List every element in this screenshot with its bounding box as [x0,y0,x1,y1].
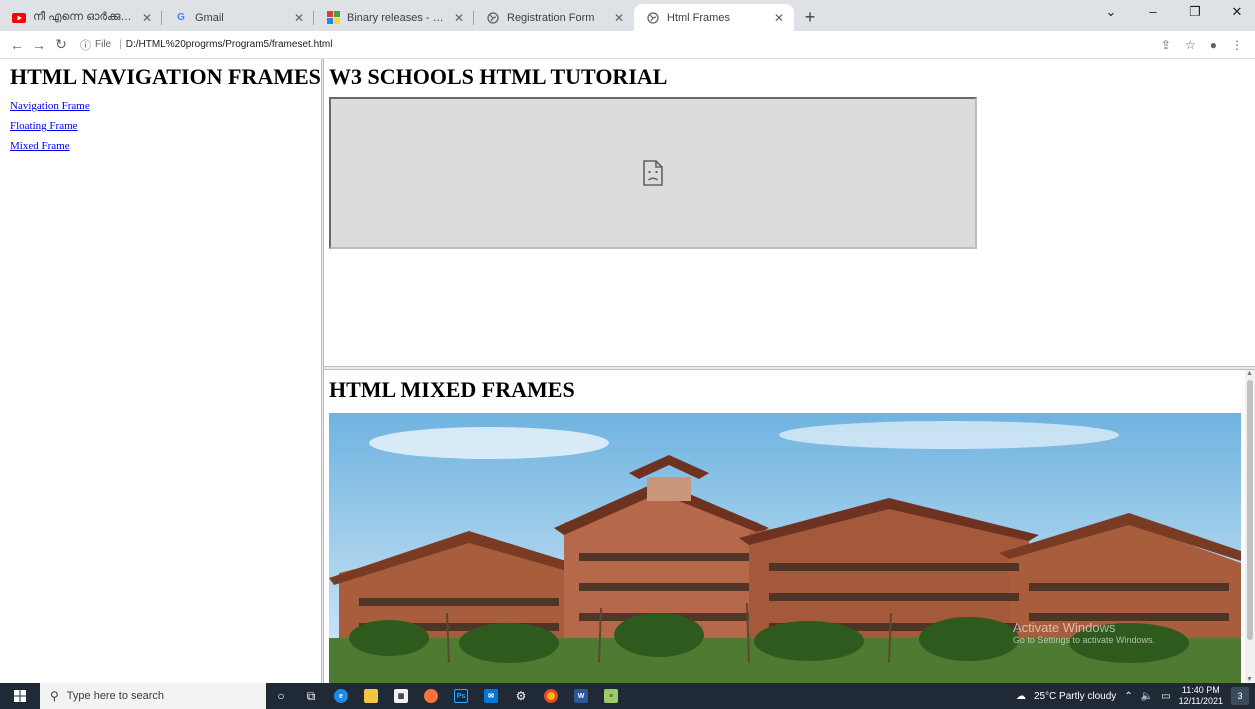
windows-start-icon[interactable] [0,683,40,709]
tab-codeblocks[interactable]: Binary releases - Code::Blocks ✕ [314,4,474,31]
volume-icon[interactable]: 🔈 [1141,691,1153,702]
close-icon[interactable]: ✕ [142,11,152,25]
globe-icon [486,11,500,25]
watermark-subtitle: Go to Settings to activate Windows. [1012,635,1155,645]
close-icon[interactable]: ✕ [454,11,464,25]
store-icon[interactable]: ▦ [386,683,416,709]
activate-windows-watermark: Activate Windows Go to Settings to activ… [1013,620,1155,645]
scroll-down-arrow-icon[interactable]: ▼ [1246,676,1253,683]
url-divider: | [119,39,122,50]
close-window-icon[interactable]: ✕ [1227,4,1247,20]
top-content-frame: W3 SCHOOLS HTML TUTORIAL [324,59,1255,366]
sad-file-icon [643,160,663,186]
scroll-up-arrow-icon[interactable]: ▲ [1246,370,1253,377]
youtube-icon [12,11,26,25]
file-explorer-icon[interactable] [356,683,386,709]
new-tab-plus-icon[interactable]: + [798,4,822,31]
word-icon[interactable]: W [566,683,596,709]
address-bar-actions: ⇪ ☆ ● ⋮ [1161,38,1255,52]
firefox-icon[interactable] [416,683,446,709]
search-icon: ⚲ [50,689,59,703]
notepad-icon[interactable]: ≡ [596,683,626,709]
url-text: D:/HTML%20progrms/Program5/frameset.html [125,39,333,50]
info-icon[interactable]: ⓘ [80,37,91,53]
tab-title: Registration Form [507,11,595,24]
menu-kebab-icon[interactable]: ⋮ [1231,38,1243,52]
url-input[interactable]: ⓘ File | D:/HTML%20progrms/Program5/fram… [80,34,332,56]
embedded-iframe [329,97,977,249]
tab-youtube[interactable]: നീ എന്നെ ഓർക്കുമോ... ✕ [0,4,162,31]
edge-icon[interactable]: e [326,683,356,709]
tab-registration-form[interactable]: Registration Form ✕ [474,4,634,31]
close-icon[interactable]: ✕ [614,11,624,25]
globe-icon [646,11,660,25]
link-mixed-frame[interactable]: Mixed Frame [10,140,311,152]
scrollbar-thumb[interactable] [1247,380,1253,640]
address-bar: ← → ↻ ⓘ File | D:/HTML%20progrms/Program… [0,31,1255,59]
close-icon[interactable]: ✕ [774,11,784,25]
window-controls: ⌄ – ❐ ✕ [1101,4,1247,20]
weather-text[interactable]: 25°C Partly cloudy [1034,691,1116,702]
link-navigation-frame[interactable]: Navigation Frame [10,100,311,112]
restore-icon[interactable]: ❐ [1185,4,1205,20]
weather-cloud-icon[interactable]: ☁ [1016,691,1026,702]
bottom-content-frame: HTML MIXED FRAMES Activate Windows Go to… [324,370,1255,683]
codeblocks-icon [326,11,340,25]
chrome-icon[interactable] [536,683,566,709]
photoshop-icon[interactable]: Ps [446,683,476,709]
clock-date: 12/11/2021 [1178,696,1223,706]
back-arrow-icon[interactable]: ← [6,37,28,53]
top-frame-heading: W3 SCHOOLS HTML TUTORIAL [329,64,668,89]
cortana-icon[interactable]: ○ [266,683,296,709]
nav-frame-heading: HTML NAVIGATION FRAMES [10,64,321,89]
system-tray: ☁ 25°C Partly cloudy ⌃ 🔈 ▭ 11:40 PM 12/1… [1016,685,1255,707]
task-view-icon[interactable]: ⧉ [296,683,326,709]
tab-title: Gmail [195,11,224,24]
google-icon: G [177,12,185,23]
link-floating-frame[interactable]: Floating Frame [10,120,311,132]
close-icon[interactable]: ✕ [294,11,304,25]
windows-taskbar: ⚲ Type here to search ○ ⧉ e ▦ Ps ✉ ⚙ W ≡… [0,683,1255,709]
bottom-frame-scrollbar[interactable]: ▲ ▼ [1245,370,1255,683]
profile-avatar-icon[interactable]: ● [1210,38,1217,52]
browser-tab-strip: നീ എന്നെ ഓർക്കുമോ... ✕ G Gmail ✕ Binary … [0,0,1255,31]
tray-chevron-up-icon[interactable]: ⌃ [1124,691,1132,702]
taskbar-clock[interactable]: 11:40 PM 12/11/2021 [1179,685,1223,707]
notification-count: 3 [1237,691,1243,701]
forward-arrow-icon[interactable]: → [28,37,50,53]
clock-time: 11:40 PM [1181,685,1220,695]
notification-center-icon[interactable]: 3 [1231,687,1249,705]
taskbar-search-input[interactable]: ⚲ Type here to search [40,683,266,709]
tab-title: നീ എന്നെ ഓർക്കുമോ... [33,11,136,23]
mail-icon[interactable]: ✉ [476,683,506,709]
tab-title: Binary releases - Code::Blocks [347,11,448,24]
tab-search-chevron-icon[interactable]: ⌄ [1101,4,1121,20]
watermark-title: Activate Windows [1012,620,1116,635]
navigation-frame: HTML NAVIGATION FRAMES Navigation Frame … [0,59,321,683]
settings-gear-icon[interactable]: ⚙ [506,683,536,709]
network-icon[interactable]: ▭ [1161,691,1170,702]
tab-title: Html Frames [667,11,730,24]
minimize-icon[interactable]: – [1143,4,1163,20]
share-icon[interactable]: ⇪ [1161,38,1171,52]
scheme-label: File [95,39,112,50]
search-placeholder: Type here to search [66,690,165,702]
tab-html-frames[interactable]: Html Frames ✕ [634,4,794,31]
tab-gmail[interactable]: G Gmail ✕ [162,4,314,31]
bookmark-star-icon[interactable]: ☆ [1185,38,1196,52]
bottom-frame-heading: HTML MIXED FRAMES [329,377,575,402]
reload-icon[interactable]: ↻ [50,36,72,53]
